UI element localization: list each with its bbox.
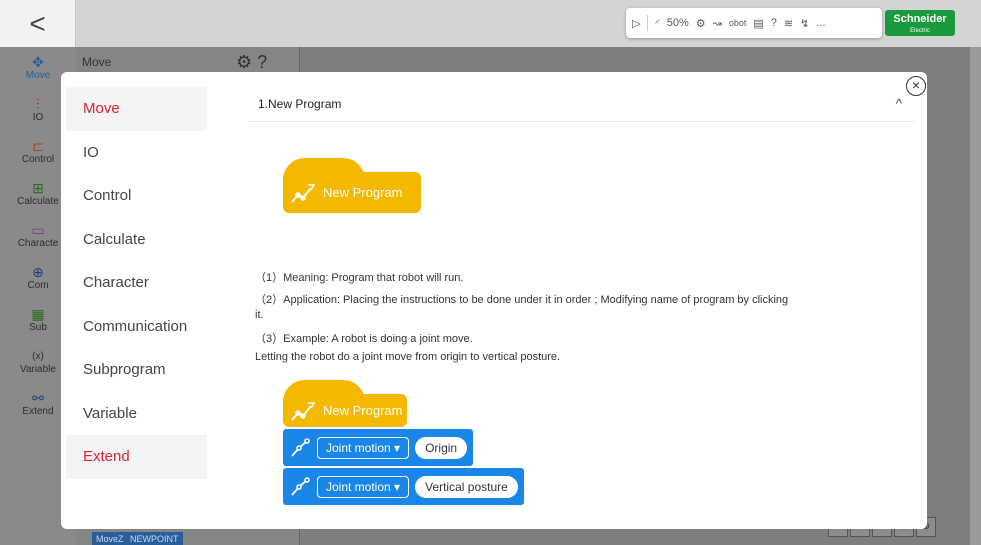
menu-item-io[interactable]: IO xyxy=(66,131,207,175)
target-point-field[interactable]: Vertical posture xyxy=(415,475,518,498)
io-icon: ⫶ xyxy=(36,96,40,112)
gear-icon[interactable]: ⚙ xyxy=(696,17,706,30)
side-nav-label: Characte xyxy=(17,238,59,249)
help-button[interactable]: ? xyxy=(771,17,777,29)
joint-arm-icon xyxy=(291,476,310,496)
wifi-icon[interactable]: ≋ xyxy=(784,17,793,30)
menu-item-character[interactable]: Character xyxy=(66,261,207,305)
side-nav-label: Extend xyxy=(22,406,54,417)
description-line: （3）Example: A robot is doing a joint mov… xyxy=(255,333,473,345)
scrollbar[interactable] xyxy=(970,47,981,545)
help-category-menu: Move IO Control Calculate Character Comm… xyxy=(66,87,207,479)
chevron-down-icon: ▾ xyxy=(394,479,401,494)
chevron-down-icon: ▾ xyxy=(394,440,401,455)
movez-block[interactable]: MoveZ NEWPOINT xyxy=(92,532,183,545)
menu-item-communication[interactable]: Communication xyxy=(66,305,207,349)
joint-motion-block: Joint motion ▾ Origin xyxy=(283,429,474,466)
control-icon: ⊏ xyxy=(32,138,44,154)
back-button[interactable]: < xyxy=(0,0,76,47)
side-nav-label: Sub xyxy=(29,322,47,333)
more-button[interactable]: ... xyxy=(816,17,825,29)
help-dialog: Move IO Control Calculate Character Comm… xyxy=(61,72,927,529)
brand-name: Schneider xyxy=(893,13,947,25)
target-point-field[interactable]: Origin xyxy=(415,436,468,459)
new-program-label: New Program xyxy=(323,403,403,418)
section-header[interactable]: 1.New Program ^ xyxy=(250,87,914,122)
section-title: 1.New Program xyxy=(258,97,342,111)
speed-gauge-icon[interactable]: ◜ xyxy=(655,17,659,30)
speed-value[interactable]: 50% xyxy=(667,17,689,29)
description-line: （2）Application: Placing the instructions… xyxy=(255,294,789,306)
select-value: Joint motion xyxy=(326,479,391,494)
select-value: Joint motion xyxy=(326,440,391,455)
brand-logo: Schneider Electric xyxy=(885,10,955,36)
side-nav-label: Move xyxy=(25,70,51,81)
side-nav-label: Com xyxy=(27,280,49,291)
robot-label[interactable]: obot xyxy=(729,18,747,28)
description-line: （1）Meaning: Program that robot will run. xyxy=(255,272,464,284)
clipboard-icon[interactable]: ▤ xyxy=(753,17,763,30)
side-nav-label: Variable xyxy=(20,364,56,375)
robot-arm-icon xyxy=(291,183,316,203)
motion-type-select[interactable]: Joint motion ▾ xyxy=(317,475,410,498)
robot-arm-icon[interactable]: ↝ xyxy=(713,17,722,30)
new-program-label: New Program xyxy=(323,185,403,200)
divider xyxy=(647,15,649,31)
robot-status-icon[interactable]: ↯ xyxy=(800,17,809,30)
motion-type-select[interactable]: Joint motion ▾ xyxy=(317,436,410,459)
menu-item-variable[interactable]: Variable xyxy=(66,392,207,436)
extend-icon: ⚯ xyxy=(32,390,44,406)
panel-settings-icon[interactable]: ⚙ ? xyxy=(236,52,267,73)
side-nav-label: Calculate xyxy=(17,196,59,207)
side-nav-label: Control xyxy=(21,154,55,165)
menu-item-subprogram[interactable]: Subprogram xyxy=(66,348,207,392)
panel-title: Move xyxy=(82,55,112,69)
description-line: Letting the robot do a joint move from o… xyxy=(255,351,561,363)
menu-item-calculate[interactable]: Calculate xyxy=(66,218,207,262)
new-program-block: New Program xyxy=(283,158,421,213)
example-new-program-block: New Program xyxy=(283,380,407,427)
collapse-icon[interactable]: ^ xyxy=(896,87,902,121)
description-line: it. xyxy=(255,309,264,321)
brand-sub: Electric xyxy=(910,28,930,34)
side-nav-label: IO xyxy=(32,112,44,123)
close-button[interactable]: × xyxy=(906,76,926,96)
toolbar: ▷ ◜ 50% ⚙ ↝ obot ▤ ? ≋ ↯ ... xyxy=(626,8,882,38)
joint-arm-icon xyxy=(291,437,310,457)
character-icon: ▭ xyxy=(31,222,45,238)
variable-icon: (x) xyxy=(32,351,44,362)
subprogram-icon: ▦ xyxy=(31,306,45,322)
menu-item-control[interactable]: Control xyxy=(66,174,207,218)
menu-item-extend[interactable]: Extend xyxy=(66,435,207,479)
block-tag: MoveZ xyxy=(96,534,124,544)
play-icon[interactable]: ▷ xyxy=(632,17,640,30)
robot-arm-icon xyxy=(291,401,316,421)
menu-item-move[interactable]: Move xyxy=(66,87,207,131)
block-point-name: NEWPOINT xyxy=(130,534,179,544)
calculate-icon: ⊞ xyxy=(32,180,44,196)
communication-icon: ⊕ xyxy=(32,264,44,280)
move-icon: ✥ xyxy=(32,54,44,70)
joint-motion-block: Joint motion ▾ Vertical posture xyxy=(283,468,524,505)
